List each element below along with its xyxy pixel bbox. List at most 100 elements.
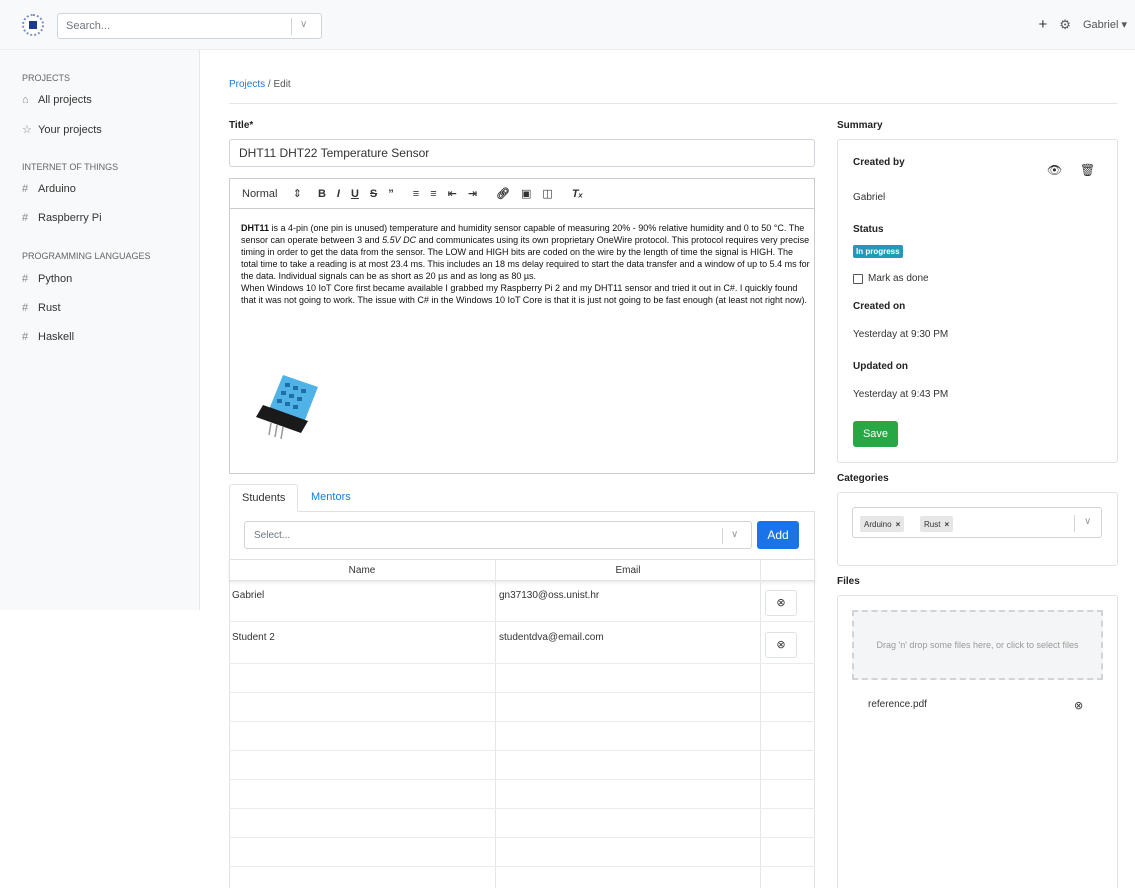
created-by-value: Gabriel <box>853 192 886 203</box>
checkbox-icon[interactable] <box>853 273 863 284</box>
home-icon: ⌂ <box>22 94 29 106</box>
created-on-value: Yesterday at 9:30 PM <box>853 329 949 340</box>
row-divider <box>229 721 815 722</box>
sidebar-item-python[interactable]: # Python <box>22 273 72 285</box>
editor-content[interactable]: DHT11 is a 4-pin (one pin is unused) tem… <box>241 222 811 306</box>
italic-icon[interactable]: I <box>337 188 340 200</box>
hash-icon: # <box>22 212 29 224</box>
user-name: Gabriel <box>1082 19 1119 31</box>
remove-student-button[interactable]: ⊗ <box>765 590 797 616</box>
chevron-down-icon[interactable]: ∨ <box>1084 516 1091 527</box>
add-student-button[interactable]: Add <box>757 521 799 549</box>
title-input[interactable]: DHT11 DHT22 Temperature Sensor <box>229 139 815 167</box>
sidebar-item-haskell[interactable]: # Haskell <box>22 331 74 343</box>
italic-text: 5.5V DC <box>382 235 417 245</box>
bold-text: DHT11 <box>241 223 270 233</box>
created-by-label: Created by <box>853 157 905 168</box>
ordered-list-icon[interactable]: ≡ <box>413 188 419 200</box>
category-chip-label: Arduino <box>864 519 892 529</box>
row-divider <box>229 837 815 838</box>
row-divider <box>229 663 815 664</box>
remove-chip-icon[interactable]: × <box>896 520 901 529</box>
chevron-down-icon[interactable]: ∨ <box>300 19 307 30</box>
tab-students[interactable]: Students <box>229 484 299 512</box>
title-label: Title* <box>229 120 254 131</box>
created-on-label: Created on <box>853 301 906 312</box>
column-header-name: Name <box>348 565 376 576</box>
table-cell-email: studentdva@email.com <box>499 632 604 643</box>
updated-on-label: Updated on <box>853 361 908 372</box>
row-divider <box>229 750 815 751</box>
top-bar: Search... ∨ + ⚙ Gabriel ▾ <box>0 0 1135 50</box>
university-logo-icon[interactable] <box>22 14 44 36</box>
row-divider <box>229 808 815 809</box>
dropzone-text: Drag 'n' drop some files here, or click … <box>876 640 1079 650</box>
eye-icon[interactable]: 👁︎ <box>1047 163 1062 177</box>
sidebar-item-label: Python <box>38 273 73 285</box>
column-header-email: Email <box>615 565 641 576</box>
breadcrumb: Projects / Edit <box>229 79 291 90</box>
hash-icon: # <box>22 183 29 195</box>
chevron-down-icon[interactable]: ∨ <box>731 529 738 540</box>
indent-icon[interactable]: ⇥ <box>468 187 477 200</box>
strikethrough-icon[interactable]: S <box>370 188 377 200</box>
plus-icon[interactable]: + <box>1039 16 1048 33</box>
mark-as-done-checkbox[interactable]: Mark as done <box>853 273 929 284</box>
format-select-label: Normal <box>242 188 278 200</box>
category-chip: Rust × <box>920 516 954 532</box>
sidebar-item-all-projects[interactable]: ⌂ All projects <box>22 94 92 106</box>
row-divider <box>229 779 815 780</box>
sidebar-item-label: Your projects <box>38 123 102 136</box>
dht11-sensor-image <box>256 375 318 440</box>
user-menu[interactable]: Gabriel ▾ <box>1083 18 1127 31</box>
image-icon[interactable]: ▣ <box>521 187 531 200</box>
column-divider <box>760 559 761 888</box>
mark-as-done-label: Mark as done <box>868 273 929 284</box>
file-dropzone[interactable]: Drag 'n' drop some files here, or click … <box>852 610 1103 680</box>
sidebar-item-raspberry-pi[interactable]: # Raspberry Pi <box>22 212 102 224</box>
remove-file-icon[interactable]: ⊗ <box>1074 699 1083 712</box>
sidebar-section-iot: INTERNET OF THINGS <box>22 162 119 172</box>
tab-mentors[interactable]: Mentors <box>299 484 363 512</box>
gear-icon[interactable]: ⚙ <box>1059 17 1071 33</box>
format-select[interactable]: Normal ⇕ <box>242 187 302 200</box>
link-icon[interactable]: 🔗︎ <box>496 187 510 200</box>
sidebar-item-your-projects[interactable]: ☆ Your projects <box>22 123 102 137</box>
select-separator <box>722 528 723 544</box>
clear-format-icon[interactable]: Tₓ <box>572 188 583 200</box>
student-select-placeholder: Select... <box>254 530 291 541</box>
sidebar-section-projects: PROJECTS <box>22 73 71 83</box>
files-title: Files <box>837 576 860 587</box>
save-button[interactable]: Save <box>853 421 898 447</box>
student-select[interactable]: Select... ∨ <box>244 521 752 549</box>
blockquote-icon[interactable]: ” <box>388 188 394 200</box>
bold-icon[interactable]: B <box>318 188 326 200</box>
remove-student-button[interactable]: ⊗ <box>765 632 797 658</box>
video-icon[interactable]: ◫ <box>542 187 552 200</box>
sidebar-item-arduino[interactable]: # Arduino <box>22 183 76 195</box>
search-select[interactable]: Search... ∨ <box>57 13 322 39</box>
sidebar-item-label: Haskell <box>38 331 75 343</box>
close-circle-icon: ⊗ <box>776 597 786 609</box>
underline-icon[interactable]: U <box>351 188 359 200</box>
category-chip: Arduino × <box>860 516 905 532</box>
divider <box>229 103 1117 104</box>
outdent-icon[interactable]: ⇤ <box>448 187 457 200</box>
status-badge: In progress <box>853 245 903 258</box>
categories-select[interactable]: Arduino × Rust × ∨ <box>852 507 1102 538</box>
search-separator <box>291 18 292 35</box>
file-name: reference.pdf <box>868 699 927 710</box>
trash-icon[interactable]: 🗑︎ <box>1080 163 1095 177</box>
table-cell-email: gn37130@oss.unist.hr <box>499 590 600 601</box>
sidebar-item-label: Raspberry Pi <box>38 212 102 224</box>
editor-paragraph: When Windows 10 IoT Core first became av… <box>241 283 807 305</box>
editor-paragraph: DHT11 is a 4-pin (one pin is unused) tem… <box>241 222 811 282</box>
hash-icon: # <box>22 302 29 314</box>
remove-chip-icon[interactable]: × <box>944 520 949 529</box>
top-right-actions: + ⚙ Gabriel ▾ <box>1039 16 1127 33</box>
bullet-list-icon[interactable]: ≡ <box>430 188 436 200</box>
breadcrumb-current: Edit <box>273 79 291 90</box>
breadcrumb-projects-link[interactable]: Projects <box>229 79 265 90</box>
table-cell-name: Gabriel <box>232 590 265 601</box>
sidebar-item-rust[interactable]: # Rust <box>22 302 61 314</box>
